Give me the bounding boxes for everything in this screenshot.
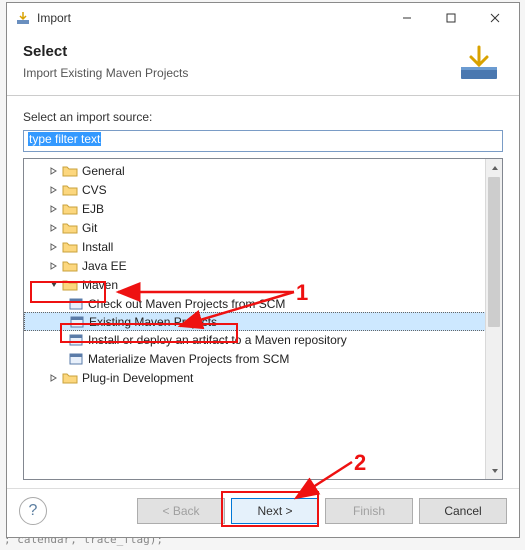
tree-item-install[interactable]: Install bbox=[24, 237, 502, 256]
tree-item-label: Plug-in Development bbox=[82, 371, 193, 385]
chevron-right-icon bbox=[48, 184, 60, 196]
chevron-right-icon bbox=[48, 260, 60, 272]
help-button[interactable]: ? bbox=[19, 497, 47, 525]
chevron-right-icon bbox=[48, 222, 60, 234]
wizard-icon bbox=[69, 315, 85, 329]
chevron-right-icon bbox=[48, 203, 60, 215]
wizard-banner-icon bbox=[455, 43, 503, 83]
content-area: Select an import source: type filter tex… bbox=[7, 96, 519, 488]
folder-icon bbox=[62, 221, 78, 235]
folder-icon bbox=[62, 259, 78, 273]
source-label: Select an import source: bbox=[23, 110, 503, 124]
folder-icon bbox=[62, 183, 78, 197]
folder-icon bbox=[62, 164, 78, 178]
tree-item-checkout-maven-scm[interactable]: Check out Maven Projects from SCM bbox=[24, 294, 502, 313]
tree-item-label: CVS bbox=[82, 183, 107, 197]
page-subtitle: Import Existing Maven Projects bbox=[23, 66, 447, 80]
tree-item-ejb[interactable]: EJB bbox=[24, 199, 502, 218]
import-dialog-icon bbox=[15, 10, 31, 26]
tree-item-existing-maven-projects[interactable]: Existing Maven Projects bbox=[24, 312, 502, 331]
filter-input[interactable]: type filter text bbox=[23, 130, 503, 152]
tree-scrollbar[interactable] bbox=[485, 159, 502, 479]
tree-item-label: Materialize Maven Projects from SCM bbox=[88, 352, 289, 366]
help-icon: ? bbox=[29, 502, 38, 520]
chevron-down-icon bbox=[48, 279, 60, 291]
tree-item-maven[interactable]: Maven bbox=[24, 275, 502, 294]
next-button[interactable]: Next > bbox=[231, 498, 319, 524]
import-source-tree[interactable]: General CVS EJB Git Install Java EE Mave… bbox=[24, 159, 502, 389]
wizard-icon bbox=[68, 333, 84, 347]
folder-icon bbox=[62, 202, 78, 216]
back-button[interactable]: < Back bbox=[137, 498, 225, 524]
wizard-icon bbox=[68, 297, 84, 311]
wizard-icon bbox=[68, 352, 84, 366]
tree-item-git[interactable]: Git bbox=[24, 218, 502, 237]
finish-button[interactable]: Finish bbox=[325, 498, 413, 524]
tree-item-label: Git bbox=[82, 221, 97, 235]
chevron-right-icon bbox=[48, 241, 60, 253]
maximize-button[interactable] bbox=[429, 4, 473, 32]
folder-icon bbox=[62, 371, 78, 385]
titlebar: Import bbox=[7, 3, 519, 33]
titlebar-title: Import bbox=[37, 11, 385, 25]
tree-item-label: Install or deploy an artifact to a Maven… bbox=[88, 333, 347, 347]
tree-item-label: EJB bbox=[82, 202, 104, 216]
tree-container: General CVS EJB Git Install Java EE Mave… bbox=[23, 158, 503, 480]
tree-item-label: Check out Maven Projects from SCM bbox=[88, 297, 285, 311]
tree-item-general[interactable]: General bbox=[24, 161, 502, 180]
chevron-right-icon bbox=[48, 372, 60, 384]
tree-item-label: Java EE bbox=[82, 259, 127, 273]
folder-icon bbox=[62, 278, 78, 292]
button-bar: ? < Back Next > Finish Cancel bbox=[7, 488, 519, 537]
tree-item-label: General bbox=[82, 164, 125, 178]
cancel-button[interactable]: Cancel bbox=[419, 498, 507, 524]
page-title: Select bbox=[23, 43, 447, 60]
tree-item-plugin-dev[interactable]: Plug-in Development bbox=[24, 368, 502, 387]
tree-item-install-deploy-artifact[interactable]: Install or deploy an artifact to a Maven… bbox=[24, 330, 502, 349]
tree-item-java-ee[interactable]: Java EE bbox=[24, 256, 502, 275]
close-button[interactable] bbox=[473, 4, 517, 32]
import-dialog: Import Select Import Existing Maven Proj… bbox=[6, 2, 520, 538]
scroll-thumb[interactable] bbox=[488, 177, 500, 327]
tree-item-materialize-maven-scm[interactable]: Materialize Maven Projects from SCM bbox=[24, 349, 502, 368]
minimize-button[interactable] bbox=[385, 4, 429, 32]
scroll-down-icon[interactable] bbox=[486, 462, 503, 479]
tree-item-label: Existing Maven Projects bbox=[89, 315, 217, 329]
tree-item-label: Install bbox=[82, 240, 113, 254]
scroll-up-icon[interactable] bbox=[486, 159, 503, 176]
chevron-right-icon bbox=[48, 165, 60, 177]
tree-item-label: Maven bbox=[82, 278, 118, 292]
wizard-header: Select Import Existing Maven Projects bbox=[7, 33, 519, 95]
folder-icon bbox=[62, 240, 78, 254]
tree-item-cvs[interactable]: CVS bbox=[24, 180, 502, 199]
